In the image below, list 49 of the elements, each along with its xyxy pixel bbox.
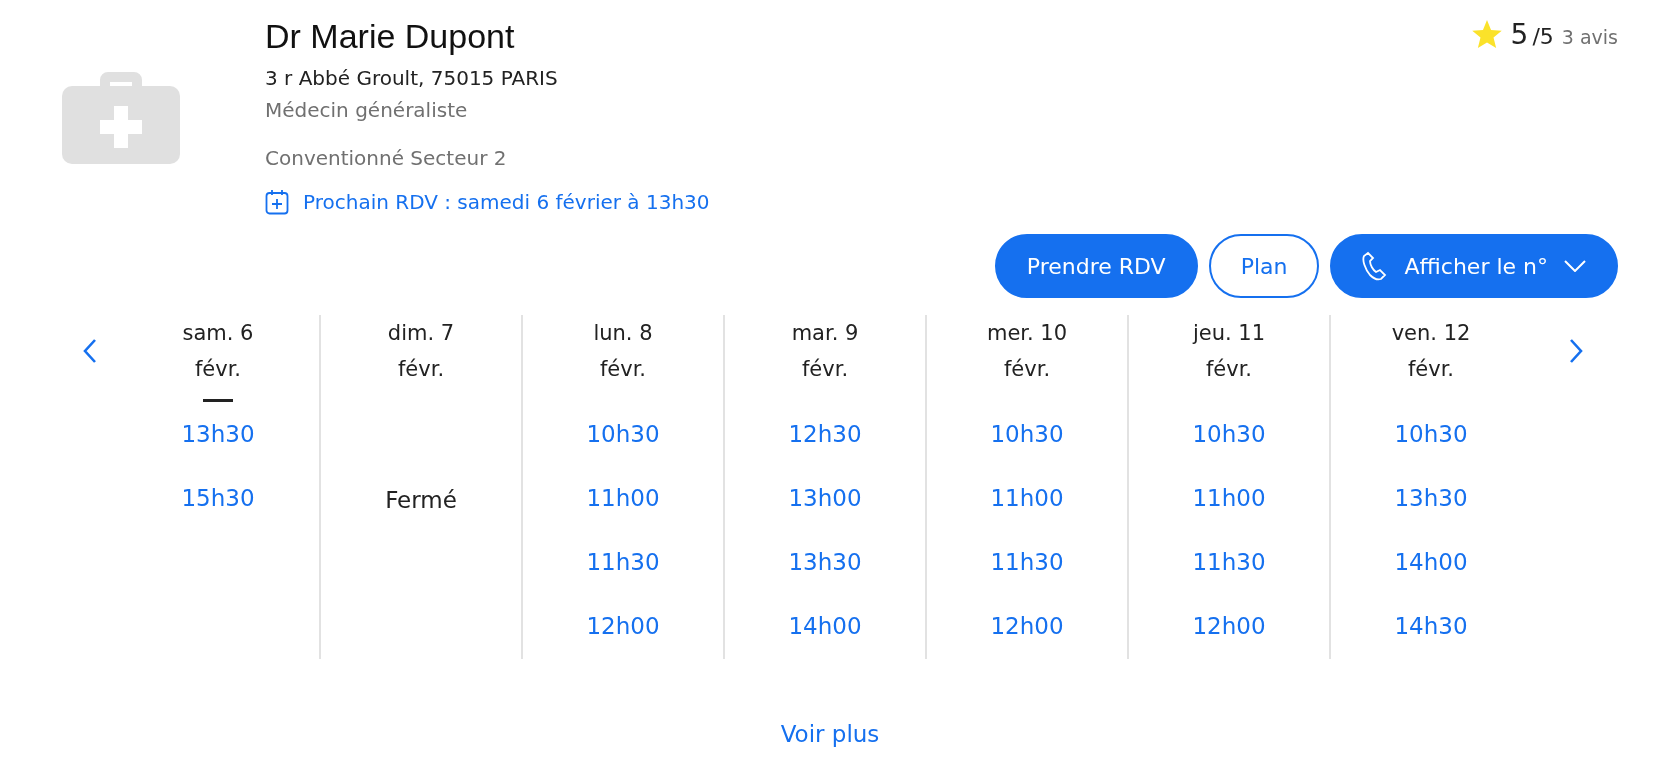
specialty: Médecin généraliste: [265, 97, 469, 124]
time-slot[interactable]: 11h00: [986, 466, 1068, 530]
time-slot[interactable]: 13h00: [784, 466, 866, 530]
star-icon: [1470, 19, 1503, 50]
day-header: lun. 8 févr.: [593, 320, 653, 383]
closed-label: Fermé: [385, 486, 457, 515]
see-more-link[interactable]: Voir plus: [780, 719, 880, 749]
time-slot[interactable]: 13h30: [177, 402, 259, 466]
time-slot[interactable]: 15h30: [177, 466, 259, 530]
time-slot[interactable]: 12h00: [1188, 594, 1270, 658]
day-header: ven. 12 févr.: [1391, 320, 1471, 383]
chevron-right-icon[interactable]: [1569, 338, 1583, 364]
next-appointment-link[interactable]: Prochain RDV : samedi 6 février à 13h30: [303, 188, 710, 216]
time-slot[interactable]: 10h30: [1390, 402, 1472, 466]
day-header: mar. 9 févr.: [791, 320, 859, 383]
time-slot[interactable]: 10h30: [986, 402, 1068, 466]
time-slot[interactable]: 10h30: [582, 402, 664, 466]
review-count[interactable]: 3 avis: [1561, 26, 1618, 48]
map-button[interactable]: Plan: [1208, 234, 1320, 298]
day-header: mer. 10 févr.: [986, 320, 1068, 383]
time-slot[interactable]: 11h30: [1188, 530, 1270, 594]
day-header: jeu. 11 févr.: [1192, 320, 1266, 383]
chevron-left-icon[interactable]: [82, 338, 97, 364]
time-slot[interactable]: 11h00: [1188, 466, 1270, 530]
time-slot[interactable]: 12h00: [582, 594, 664, 658]
time-slot[interactable]: 12h30: [784, 402, 866, 466]
time-slot[interactable]: 12h00: [986, 594, 1068, 658]
show-phone-button[interactable]: Afficher le n°: [1330, 234, 1618, 298]
book-appointment-button[interactable]: Prendre RDV: [994, 234, 1198, 298]
time-slot[interactable]: 14h00: [784, 594, 866, 658]
convention-sector: Conventionné Secteur 2: [265, 145, 508, 172]
time-slot[interactable]: 11h30: [582, 530, 664, 594]
time-slot[interactable]: 10h30: [1188, 402, 1270, 466]
phone-icon: [1362, 251, 1389, 281]
time-slot[interactable]: 14h30: [1390, 594, 1472, 658]
time-slot[interactable]: 11h30: [986, 530, 1068, 594]
medical-kit-icon: [62, 72, 180, 164]
time-slot[interactable]: 14h00: [1390, 530, 1472, 594]
calendar-plus-icon: [265, 189, 289, 215]
chevron-down-icon: [1564, 260, 1586, 272]
rating-max: /5: [1532, 24, 1554, 49]
day-header: dim. 7 févr.: [387, 320, 455, 383]
address: 3 r Abbé Groult, 75015 PARIS: [265, 65, 559, 92]
doctor-name: Dr Marie Dupont: [265, 16, 516, 56]
time-slot[interactable]: 13h30: [784, 530, 866, 594]
rating-score: 5: [1510, 18, 1529, 51]
day-header: sam. 6 févr.: [182, 320, 254, 383]
time-slot[interactable]: 11h00: [582, 466, 664, 530]
time-slot[interactable]: 13h30: [1390, 466, 1472, 530]
